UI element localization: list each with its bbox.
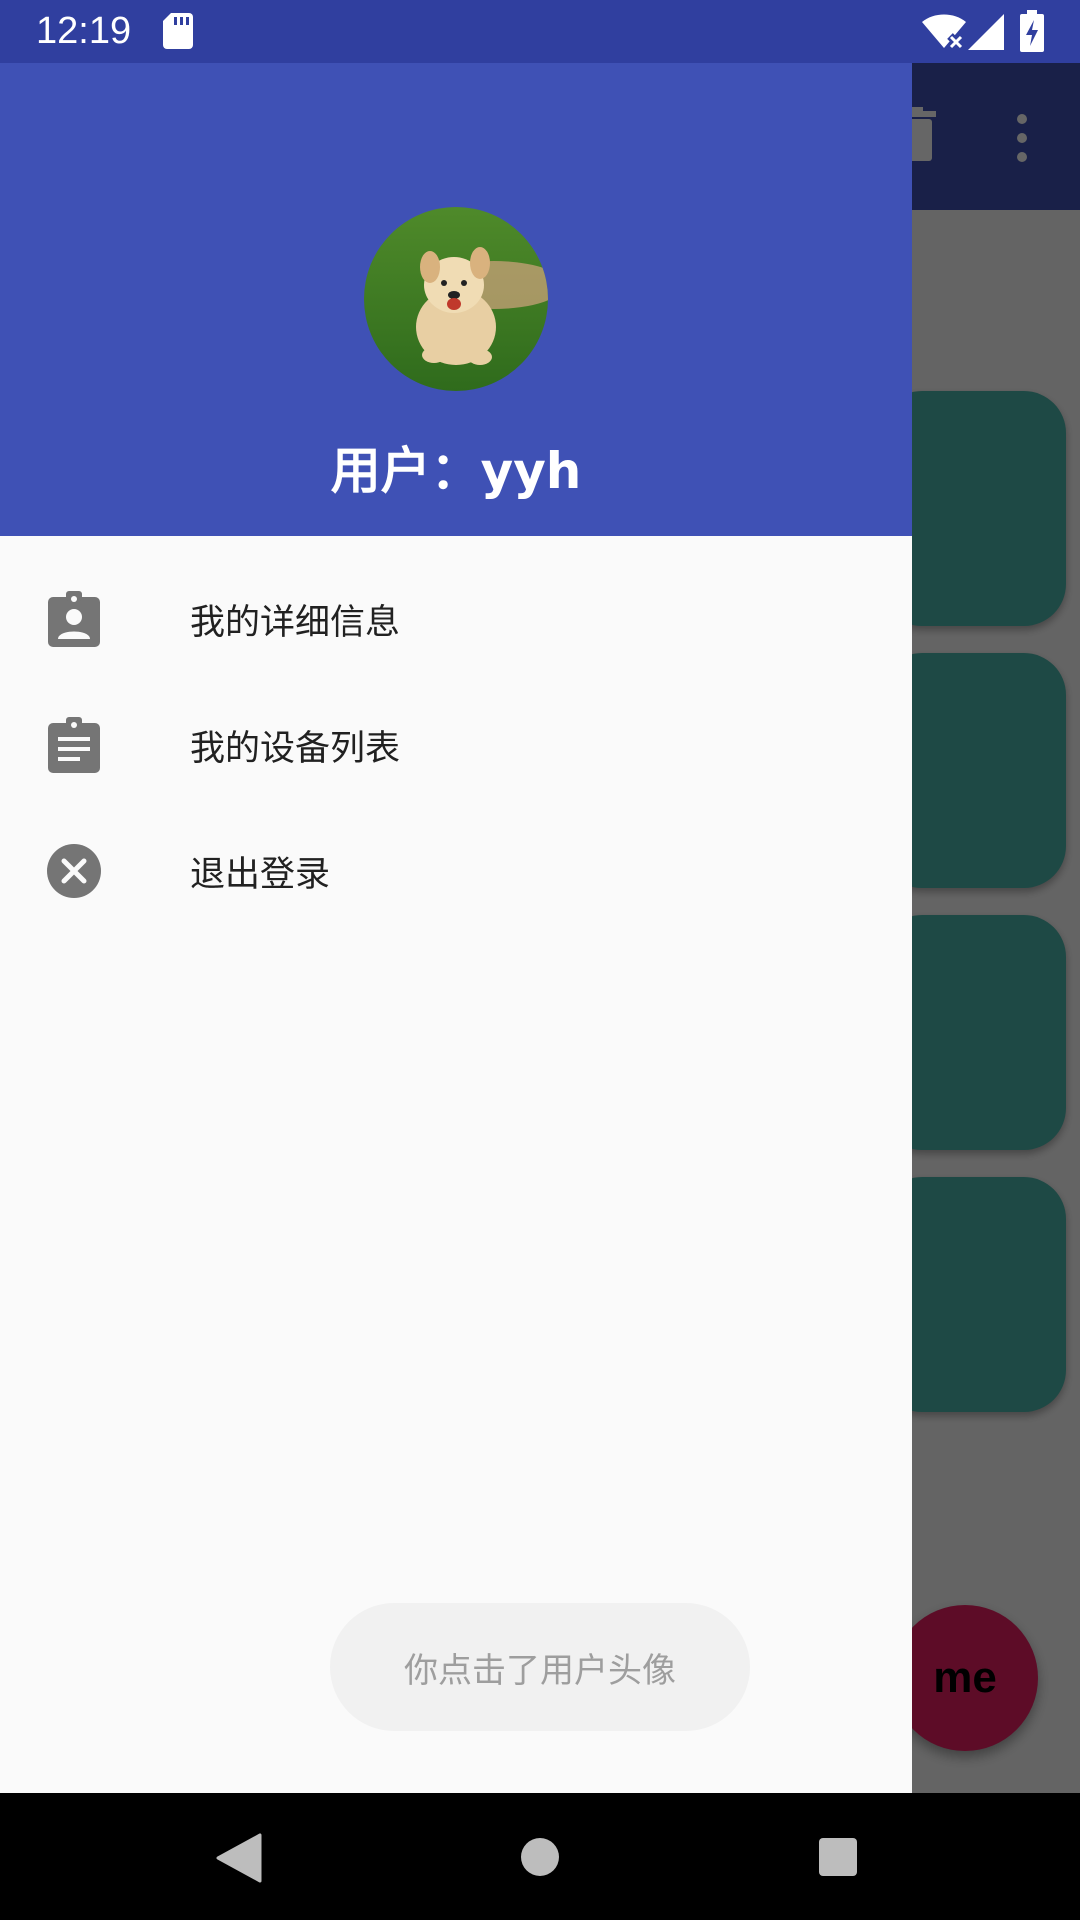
clipboard-list-icon (48, 717, 100, 773)
navigation-drawer: 用户：yyh 我的详细信息 我的设备列表 退出登录 (0, 63, 912, 1793)
back-icon[interactable] (216, 1833, 262, 1883)
toast-message: 你点击了用户头像 (330, 1603, 750, 1731)
recents-icon[interactable] (818, 1837, 858, 1877)
signal-icon (968, 14, 1004, 50)
menu-item-label: 我的设备列表 (190, 728, 401, 769)
sd-card-icon (163, 13, 193, 49)
menu-item-device-list[interactable]: 我的设备列表 (0, 682, 912, 808)
wifi-off-icon (922, 14, 966, 50)
home-icon[interactable] (520, 1837, 560, 1877)
status-bar: 12:19 (0, 0, 1080, 63)
account-badge-icon (48, 591, 100, 647)
user-avatar[interactable] (364, 207, 548, 391)
puppy-avatar-image (364, 207, 548, 391)
status-time: 12:19 (36, 10, 132, 52)
menu-item-my-details[interactable]: 我的详细信息 (0, 556, 912, 682)
menu-item-label: 退出登录 (190, 854, 331, 895)
menu-item-logout[interactable]: 退出登录 (0, 808, 912, 934)
menu-item-label: 我的详细信息 (190, 602, 401, 643)
user-name-label: 用户：yyh (330, 442, 582, 500)
screen: 12:19 用户：yyh 我的详细信息 我的设备列表 退出登录 你点击了用户头像 (0, 0, 1080, 1920)
system-nav-bar (0, 1793, 1080, 1920)
drawer-header: 用户：yyh (0, 63, 912, 536)
cancel-circle-icon (47, 844, 101, 898)
battery-charging-icon (1020, 10, 1044, 52)
